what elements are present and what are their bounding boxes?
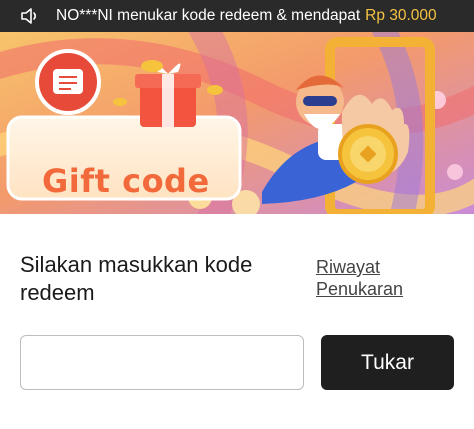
notice-bar: NO***NI menukar kode redeem & mendapat R…	[0, 0, 474, 32]
redeem-button[interactable]: Tukar	[321, 335, 454, 390]
notice-amount: Rp 30.000	[365, 7, 437, 24]
redeem-code-input[interactable]	[20, 335, 304, 390]
speaker-icon	[20, 7, 42, 25]
notice-text: NO***NI menukar kode redeem & mendapat	[56, 7, 361, 24]
redeem-prompt: Silakan masukkan kode redeem	[20, 252, 253, 305]
gift-code-banner: Gift code	[0, 32, 474, 214]
gift-code-title: Gift code	[42, 162, 210, 200]
redeem-history-link[interactable]: Riwayat Penukaran	[316, 256, 436, 300]
